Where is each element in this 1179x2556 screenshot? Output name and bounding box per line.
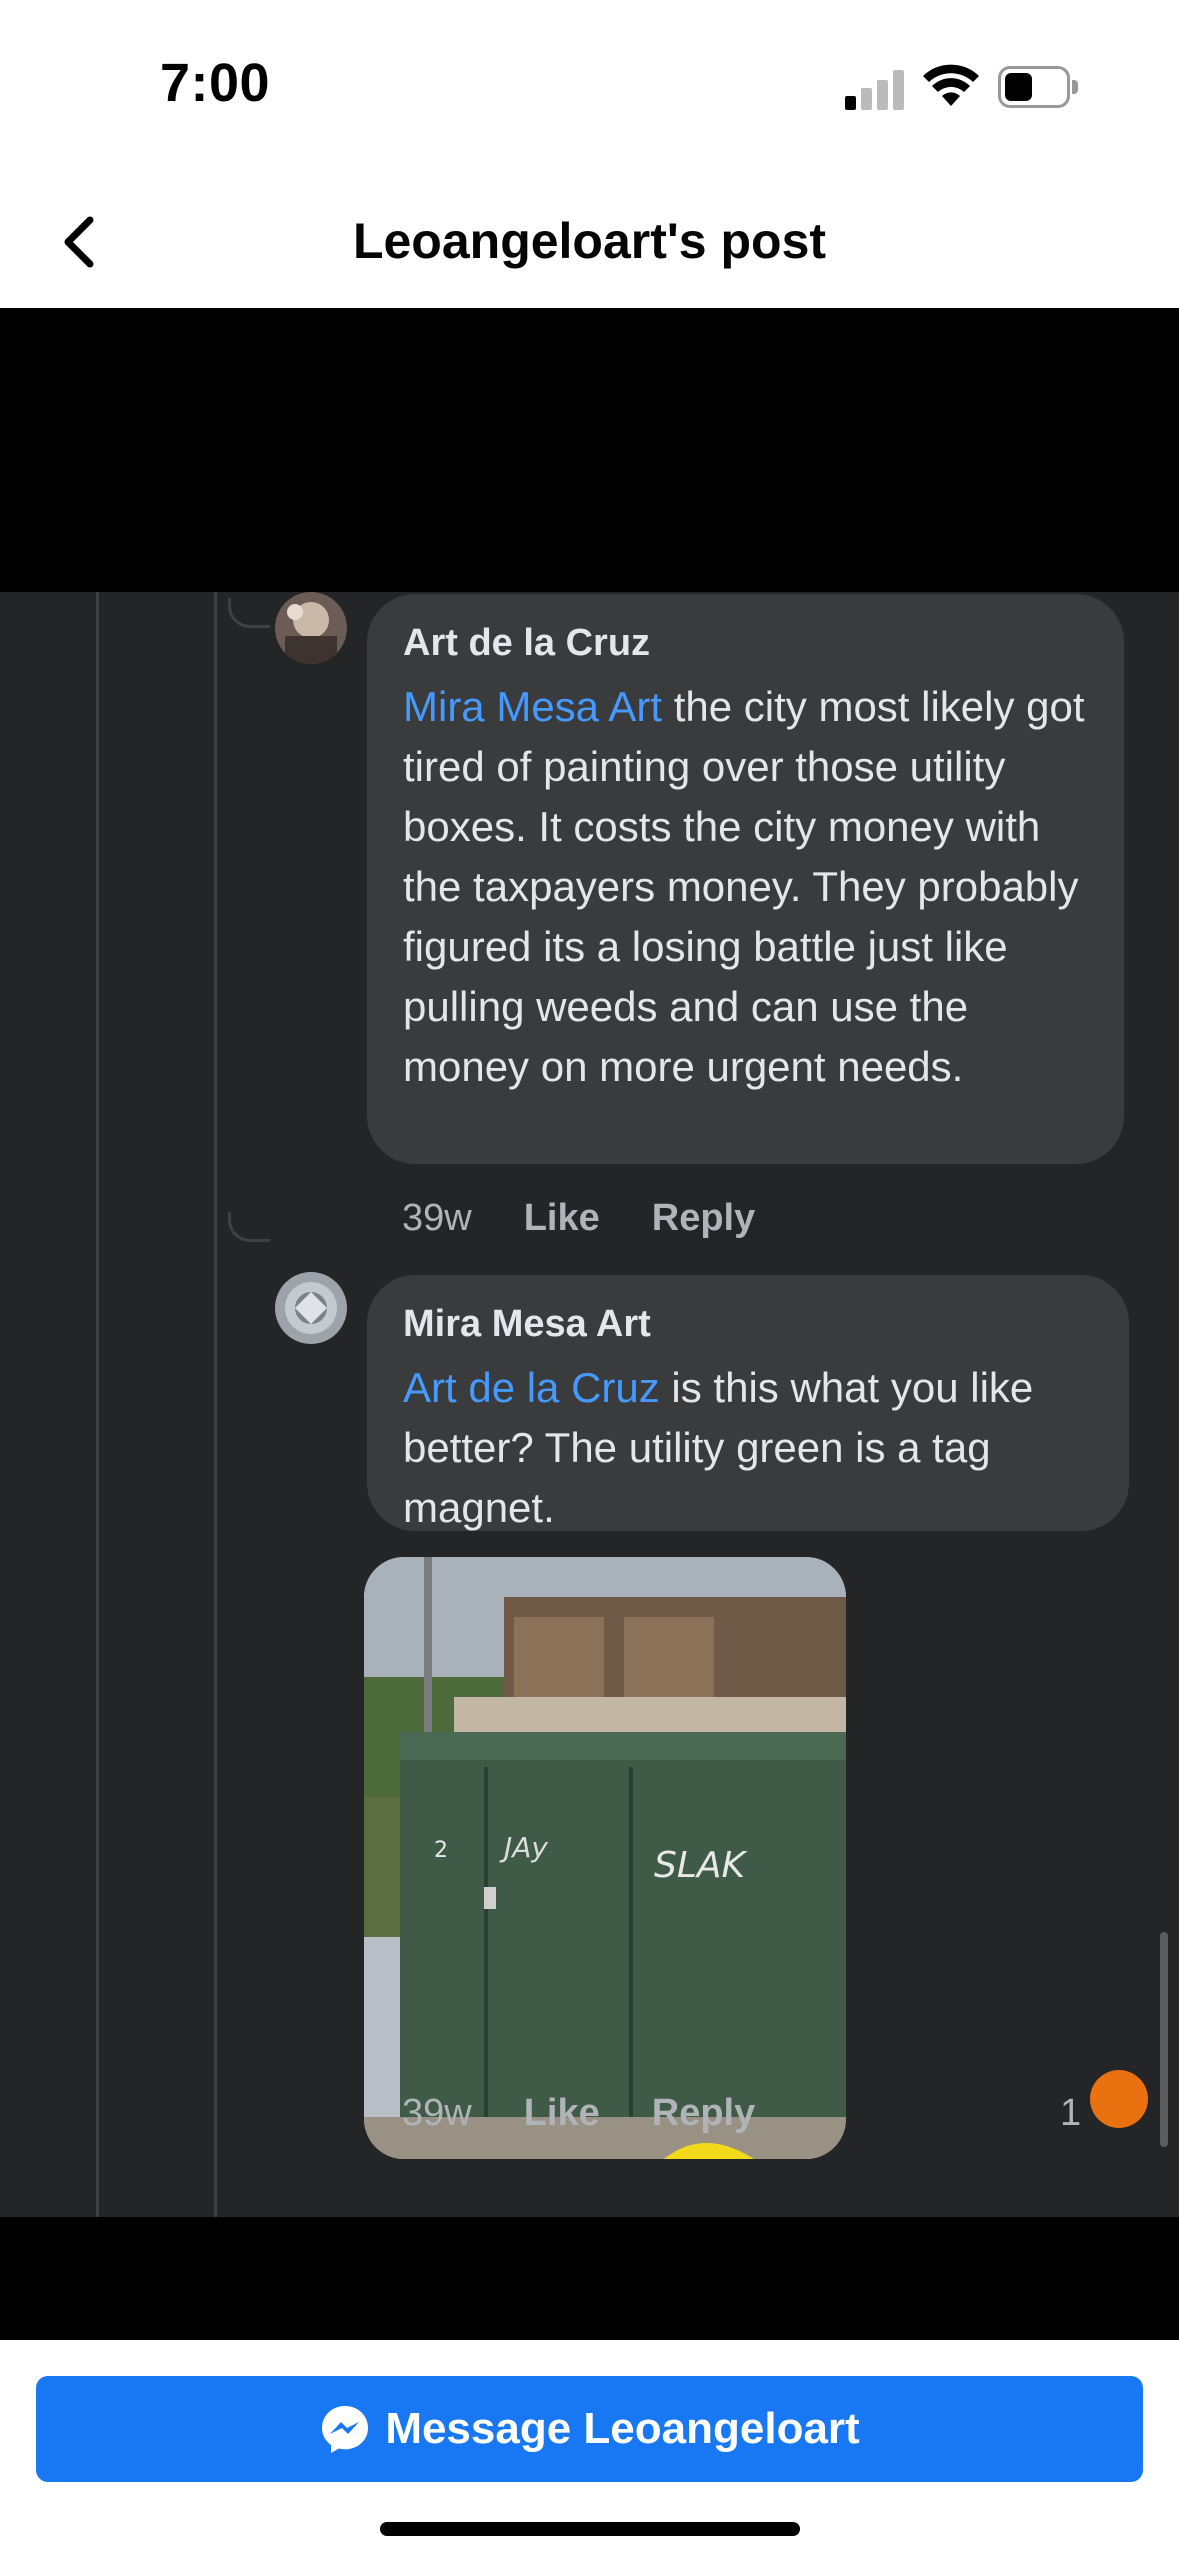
message-button[interactable]: Message Leoangeloart <box>36 2376 1143 2482</box>
comment-author[interactable]: Art de la Cruz <box>403 622 1090 665</box>
comment-text: Art de la Cruz is this what you like bet… <box>403 1358 1095 1538</box>
app-root: 7:00 Leoangeloart's post Art de la Cruz … <box>0 0 1179 2556</box>
comment-screenshot: Art de la Cruz Mira Mesa Art the city mo… <box>0 592 1179 2217</box>
comment-photo[interactable]: 2 SLAK JAy <box>364 1557 846 2159</box>
cellular-signal-icon <box>845 68 905 110</box>
graffiti-tag: SLAK <box>654 1845 748 1886</box>
comment-age: 39w <box>402 2092 472 2134</box>
angry-reaction-icon <box>1090 2070 1148 2128</box>
post-media[interactable]: Art de la Cruz Mira Mesa Art the city mo… <box>0 308 1179 2340</box>
avatar[interactable] <box>275 592 347 664</box>
page-header: Leoangeloart's post <box>0 170 1179 308</box>
message-button-label: Message Leoangeloart <box>385 2404 860 2453</box>
reply-button[interactable]: Reply <box>652 2092 755 2134</box>
graffiti-tag: JAy <box>499 1831 548 1864</box>
home-indicator <box>380 2522 800 2536</box>
wifi-icon <box>923 64 979 106</box>
thread-line <box>214 592 217 2217</box>
comment-text: Mira Mesa Art the city most likely got t… <box>403 677 1090 1097</box>
mention-link[interactable]: Art de la Cruz <box>403 1364 660 1411</box>
comment-bubble: Mira Mesa Art Art de la Cruz is this wha… <box>367 1275 1129 1531</box>
comment-meta: 39w Like Reply <box>402 1197 807 1240</box>
comment-bubble: Art de la Cruz Mira Mesa Art the city mo… <box>367 594 1124 1164</box>
comment-body: the city most likely got tired of painti… <box>403 683 1085 1090</box>
thread-line <box>96 592 99 2217</box>
scroll-indicator <box>1160 1932 1168 2147</box>
bottom-bar: Message Leoangeloart <box>0 2340 1179 2556</box>
reaction-count[interactable]: 1 <box>1060 2092 1081 2135</box>
thread-connector <box>228 598 270 628</box>
comment-meta: 39w Like Reply <box>402 2092 807 2135</box>
comment-author[interactable]: Mira Mesa Art <box>403 1303 1095 1346</box>
messenger-icon <box>322 2406 369 2453</box>
avatar[interactable] <box>275 1272 347 1344</box>
page-title: Leoangeloart's post <box>352 213 827 269</box>
battery-icon <box>998 66 1078 108</box>
like-button[interactable]: Like <box>524 2092 600 2134</box>
like-button[interactable]: Like <box>524 1197 600 1239</box>
mention-link[interactable]: Mira Mesa Art <box>403 683 662 730</box>
status-time: 7:00 <box>160 53 271 113</box>
status-bar: 7:00 <box>0 0 1179 170</box>
box-label: 2 <box>434 1838 448 1863</box>
comment-age: 39w <box>402 1197 472 1239</box>
thread-connector <box>228 1212 270 1242</box>
reply-button[interactable]: Reply <box>652 1197 755 1239</box>
